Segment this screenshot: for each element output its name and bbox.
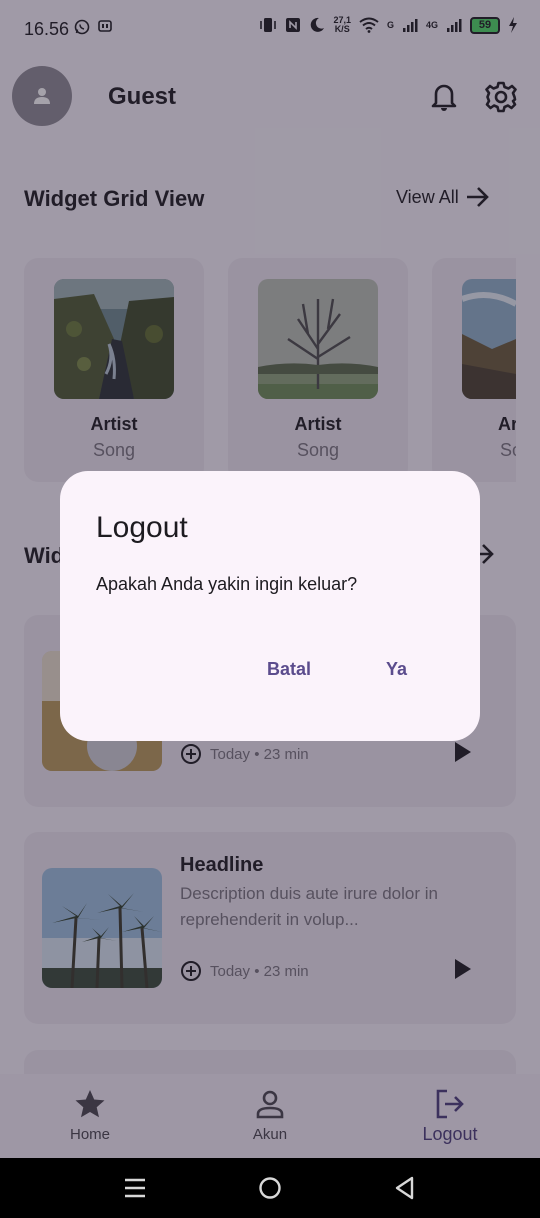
system-navigation-bar: [0, 1158, 540, 1218]
dialog-message: Apakah Anda yakin ingin keluar?: [96, 574, 358, 594]
dialog-title: Logout: [96, 511, 188, 544]
cancel-button[interactable]: Batal: [267, 659, 311, 680]
confirm-button[interactable]: Ya: [386, 659, 407, 680]
home-circle-icon[interactable]: [258, 1176, 282, 1200]
back-icon[interactable]: [394, 1176, 416, 1200]
menu-icon[interactable]: [124, 1177, 146, 1199]
logout-dialog: Logout Apakah Anda yakin ingin keluar? B…: [60, 471, 480, 741]
